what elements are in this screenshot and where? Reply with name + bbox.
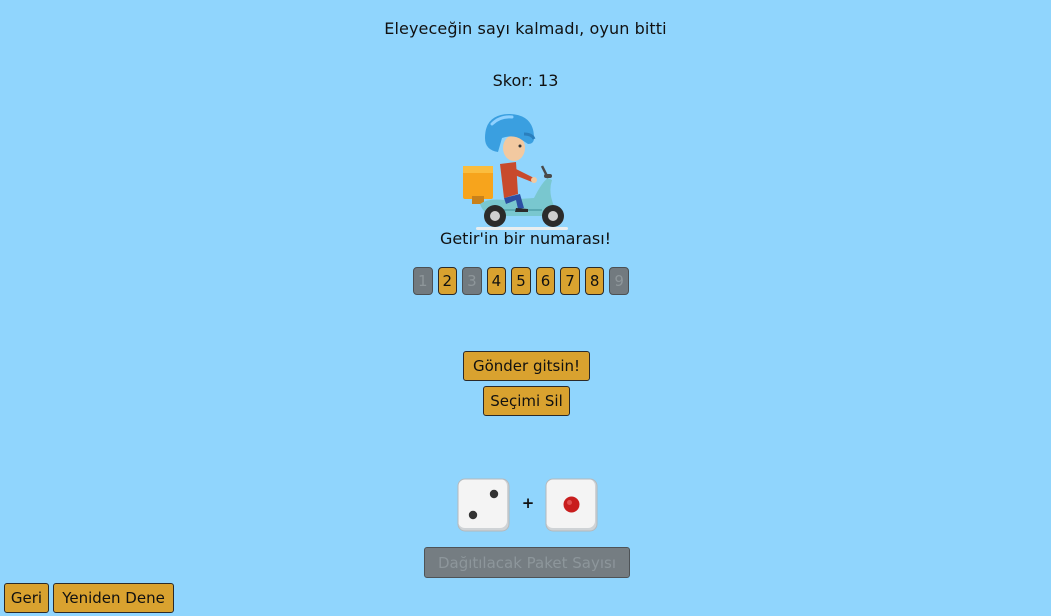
courier-scooter-illustration (463, 114, 568, 230)
number-tile-3: 3 (462, 267, 482, 295)
retry-button[interactable]: Yeniden Dene (53, 583, 174, 613)
clear-selection-button[interactable]: Seçimi Sil (483, 386, 570, 416)
tagline-text: Getir'in bir numarası! (439, 229, 612, 248)
game-status-message: Eleyeceğin sayı kalmadı, oyun bitti (384, 19, 667, 38)
number-tile-1: 1 (413, 267, 433, 295)
dice-plus-operator: + (521, 494, 535, 512)
number-tile-8[interactable]: 8 (584, 267, 605, 295)
die-two-icon (457, 478, 510, 532)
number-tile-7[interactable]: 7 (560, 267, 580, 295)
back-button[interactable]: Geri (4, 583, 49, 613)
score-label: Skor: 13 (492, 71, 559, 90)
die-one-icon (545, 478, 598, 532)
number-tile-2[interactable]: 2 (437, 267, 458, 295)
distribute-packages-button: Dağıtılacak Paket Sayısı (424, 547, 630, 578)
number-tile-9: 9 (609, 267, 629, 295)
number-tiles: 1 2 3 4 5 6 7 8 9 (413, 267, 629, 295)
number-tile-4[interactable]: 4 (486, 267, 507, 295)
send-button[interactable]: Gönder gitsin! (463, 351, 590, 381)
number-tile-6[interactable]: 6 (535, 267, 556, 295)
number-tile-5[interactable]: 5 (511, 267, 531, 295)
